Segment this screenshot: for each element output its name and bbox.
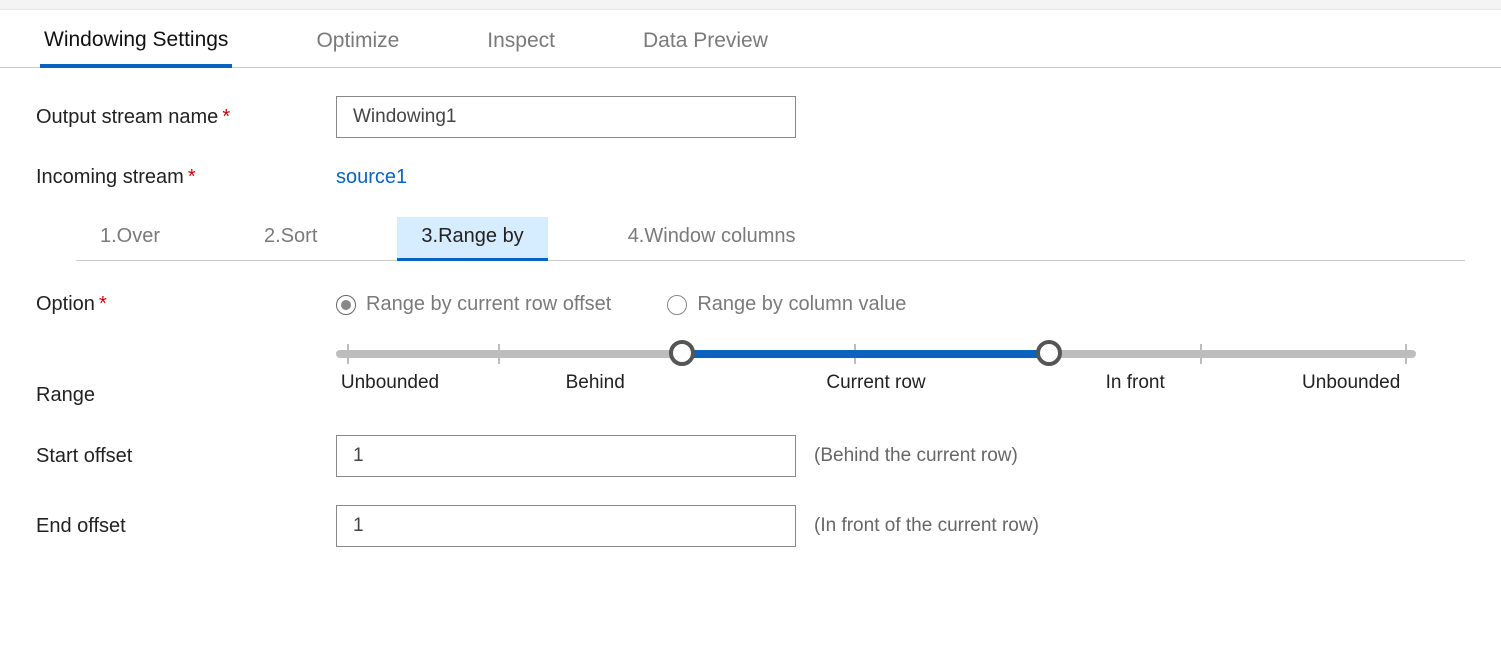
radio-dot-icon: [341, 300, 351, 310]
inner-tab-window-columns[interactable]: 4.Window columns: [604, 217, 820, 261]
row-incoming-stream: Incoming stream* source1: [36, 166, 1465, 189]
slider-tick: [1200, 344, 1202, 364]
slider-tick: [347, 344, 349, 364]
radio-range-by-column-value[interactable]: Range by column value: [667, 293, 906, 316]
slider-tick: [498, 344, 500, 364]
slider-tick: [1405, 344, 1407, 364]
slider-mark-behind: Behind: [566, 372, 625, 394]
label-text: Output stream name: [36, 106, 218, 128]
input-start-offset[interactable]: [336, 435, 796, 477]
form-area: Output stream name* Incoming stream* sou…: [0, 68, 1501, 547]
radio-label: Range by current row offset: [366, 293, 611, 316]
label-text: Start offset: [36, 445, 132, 467]
main-tab-strip: Windowing Settings Optimize Inspect Data…: [0, 10, 1501, 68]
label-option: Option*: [36, 293, 336, 316]
row-range: Range Unbounded Behind Current row: [36, 344, 1465, 407]
inner-tab-strip: 1.Over 2.Sort 3.Range by 4.Window column…: [76, 217, 1465, 261]
label-text: Incoming stream: [36, 166, 184, 188]
tab-data-preview[interactable]: Data Preview: [639, 23, 772, 68]
slider-thumb-end[interactable]: [1036, 340, 1062, 366]
slider-mark-unbounded-right: Unbounded: [1302, 372, 1400, 394]
inner-tab-over[interactable]: 1.Over: [76, 217, 184, 261]
tab-optimize[interactable]: Optimize: [312, 23, 403, 68]
hint-end-offset: (In front of the current row): [814, 515, 1039, 537]
slider-mark-current-row: Current row: [826, 372, 925, 394]
row-option: Option* Range by current row offset Rang…: [36, 293, 1465, 316]
slider-rail: [336, 350, 1416, 358]
row-end-offset: End offset (In front of the current row): [36, 505, 1465, 547]
tab-windowing-settings[interactable]: Windowing Settings: [40, 22, 232, 68]
label-range: Range: [36, 344, 336, 407]
option-radio-group: Range by current row offset Range by col…: [336, 293, 906, 316]
window-chrome-strip: [0, 0, 1501, 10]
label-output-stream-name: Output stream name*: [36, 106, 336, 129]
slider-labels: Unbounded Behind Current row In front Un…: [336, 372, 1416, 402]
label-start-offset: Start offset: [36, 445, 336, 468]
input-output-stream-name[interactable]: [336, 96, 796, 138]
label-text: Option: [36, 293, 95, 315]
slider-fill: [682, 350, 1049, 358]
label-text: End offset: [36, 515, 126, 537]
label-text: Range: [36, 384, 95, 406]
inner-tab-sort[interactable]: 2.Sort: [240, 217, 341, 261]
label-end-offset: End offset: [36, 515, 336, 538]
slider-mark-in-front: In front: [1106, 372, 1165, 394]
required-asterisk: *: [188, 166, 196, 188]
row-start-offset: Start offset (Behind the current row): [36, 435, 1465, 477]
required-asterisk: *: [99, 293, 107, 315]
incoming-stream-link[interactable]: source1: [336, 166, 407, 189]
radio-circle-icon: [667, 295, 687, 315]
hint-start-offset: (Behind the current row): [814, 445, 1018, 467]
required-asterisk: *: [222, 106, 230, 128]
radio-range-by-current-row-offset[interactable]: Range by current row offset: [336, 293, 611, 316]
range-slider[interactable]: Unbounded Behind Current row In front Un…: [336, 344, 1416, 402]
tab-inspect[interactable]: Inspect: [483, 23, 559, 68]
slider-thumb-start[interactable]: [669, 340, 695, 366]
slider-mark-unbounded-left: Unbounded: [341, 372, 439, 394]
row-output-stream-name: Output stream name*: [36, 96, 1465, 138]
label-incoming-stream: Incoming stream*: [36, 166, 336, 189]
radio-label: Range by column value: [697, 293, 906, 316]
input-end-offset[interactable]: [336, 505, 796, 547]
radio-circle-icon: [336, 295, 356, 315]
inner-tab-range-by[interactable]: 3.Range by: [397, 217, 547, 261]
